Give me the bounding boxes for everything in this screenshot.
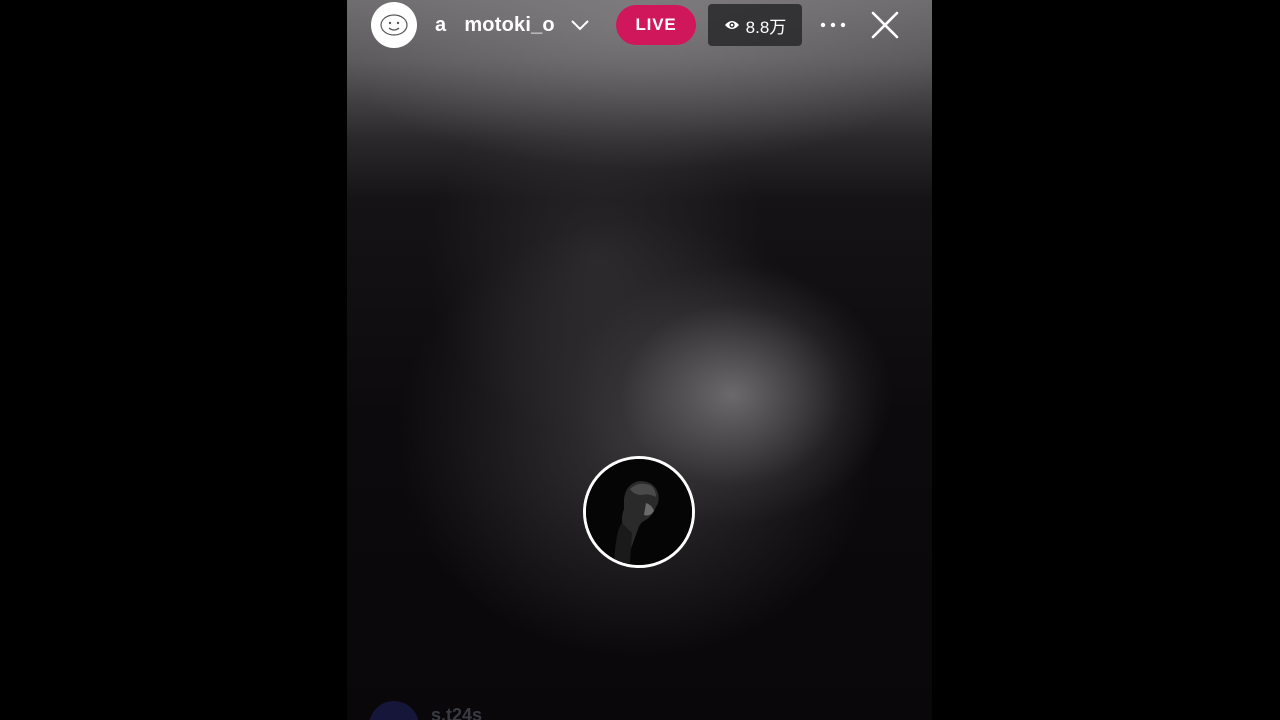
silhouette-profile-icon <box>586 459 692 565</box>
more-dots-icon <box>820 22 846 28</box>
commenter-avatar <box>369 701 419 720</box>
guest-avatar[interactable] <box>583 456 695 568</box>
close-icon <box>871 11 899 39</box>
username-dropdown[interactable]: a motoki_o <box>435 11 591 39</box>
live-badge: LIVE <box>616 5 696 45</box>
host-avatar[interactable] <box>371 2 417 48</box>
chevron-down-icon <box>571 20 589 31</box>
eye-icon <box>724 21 739 29</box>
viewer-count: 8.8万 <box>745 17 787 37</box>
comment-item: s.t24s <box>369 700 482 720</box>
username-prefix: a <box>435 13 447 36</box>
commenter-username: s.t24s <box>431 704 483 720</box>
smiley-face-icon <box>380 14 408 36</box>
close-button[interactable] <box>867 7 903 43</box>
live-stream-view: a motoki_o LIVE 8.8万 s.t24s <box>347 0 932 720</box>
stream-top-bar: a motoki_o LIVE 8.8万 <box>347 0 932 50</box>
username-label: a motoki_o <box>435 14 563 37</box>
viewer-count-badge[interactable]: 8.8万 <box>708 4 802 46</box>
stage: a motoki_o LIVE 8.8万 s.t24s <box>0 0 1280 720</box>
more-options-button[interactable] <box>815 10 851 40</box>
username-text: motoki_o <box>464 13 555 36</box>
